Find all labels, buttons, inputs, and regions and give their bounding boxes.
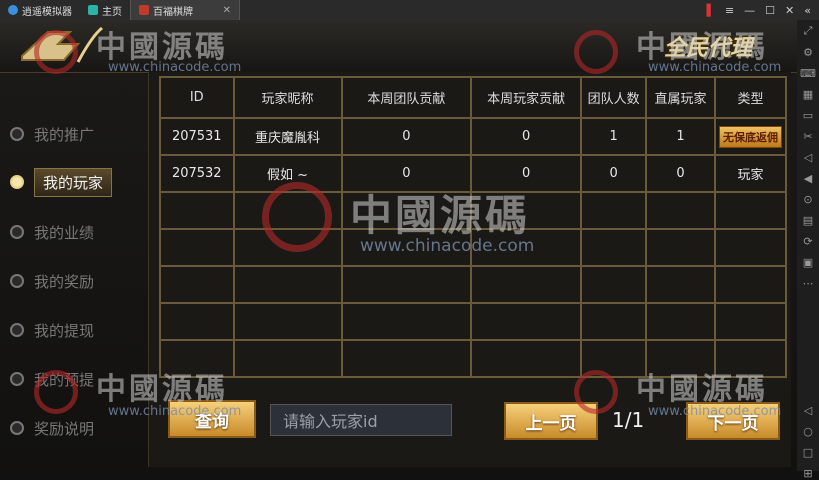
- menu-item-players[interactable]: 我的玩家: [10, 166, 128, 198]
- menu-item-label: 奖励说明: [34, 419, 95, 438]
- menu-item-label: 我的推广: [34, 125, 95, 144]
- player-nickname: 重庆魔胤科: [232, 117, 343, 156]
- player-contribution: 0: [470, 117, 583, 156]
- type-badge[interactable]: 无保底返佣: [718, 125, 782, 148]
- volume-up-icon[interactable]: ◁: [804, 151, 812, 164]
- team-contribution: 0: [340, 117, 473, 156]
- team-size: 1: [580, 117, 648, 156]
- tab-label: 百福棋牌: [153, 6, 193, 18]
- menu-item-label: 我的玩家: [34, 167, 113, 197]
- column-header: 本周玩家贡献: [470, 76, 583, 119]
- menu-item-label: 我的奖励: [34, 272, 95, 291]
- menu-item-withdraw[interactable]: 我的提现: [10, 314, 128, 346]
- radio-icon: [10, 323, 24, 337]
- empty-row: [159, 265, 788, 304]
- direct-players: 1: [645, 117, 716, 156]
- team-size: 0: [580, 154, 648, 193]
- home-icon: [88, 5, 98, 15]
- watermark-logo: [34, 370, 78, 414]
- player-type: 玩家: [713, 154, 788, 193]
- home-nav-icon[interactable]: ○: [803, 425, 813, 438]
- watermark-text: 中國源碼: [350, 191, 531, 240]
- radio-icon: [10, 421, 24, 435]
- tab-game[interactable]: 百福棋牌 ✕: [130, 0, 240, 20]
- settings-icon[interactable]: ⚙: [803, 46, 813, 59]
- table-row[interactable]: 207531 重庆魔胤科 0 0 1 1 无保底返佣: [159, 117, 788, 156]
- emulator-icon: [8, 5, 18, 15]
- menu-icon[interactable]: ≡: [725, 4, 734, 17]
- tab-label: 逍遥模拟器: [22, 6, 72, 18]
- player-id-input[interactable]: 请输入玩家id: [270, 404, 452, 436]
- emulator-sidebar: ⤢ ⚙ ⌨ ▦ ▭ ✂ ◁ ◀ ⊙ ▤ ⟳ ▣ ⋯ ◁ ○ □ ⊞: [797, 20, 819, 480]
- column-header: 本周团队贡献: [340, 76, 473, 119]
- column-header: 直属玩家: [645, 76, 716, 119]
- menu-item-promotion[interactable]: 我的推广: [10, 118, 128, 150]
- game-screen: 全民代理 我的推广 我的玩家 我的业绩 我的奖励 我的提现 我的预提 奖励说明 …: [0, 20, 797, 467]
- column-header: ID: [159, 76, 235, 119]
- watermark-url: www.chinacode.com: [108, 404, 242, 419]
- tab-label: 主页: [102, 6, 122, 18]
- watermark-text: 中國源碼: [96, 372, 228, 407]
- keyboard-icon[interactable]: ⌨: [800, 67, 816, 80]
- window-controls: ▌ ≡ — ☐ ✕ «: [706, 0, 819, 20]
- menu-item-label: 我的业绩: [34, 223, 95, 242]
- watermark-logo: [34, 30, 78, 74]
- menu-item-performance[interactable]: 我的业绩: [10, 216, 128, 248]
- maximize-icon[interactable]: ☐: [765, 4, 775, 17]
- radio-icon: [10, 372, 24, 386]
- watermark-logo: [574, 30, 618, 74]
- table-header-row: ID 玩家昵称 本周团队贡献 本周玩家贡献 团队人数 直属玩家 类型: [159, 76, 788, 119]
- recent-apps-icon[interactable]: □: [803, 446, 813, 459]
- player-id: 207531: [159, 117, 235, 156]
- direct-players: 0: [645, 154, 716, 193]
- emulator-titlebar: 逍遥模拟器 主页 百福棋牌 ✕ ▌ ≡ — ☐ ✕ «: [0, 0, 819, 21]
- watermark-text: 中國源碼: [636, 372, 768, 407]
- empty-row: [159, 302, 788, 341]
- apps-grid-icon[interactable]: ⊞: [803, 467, 812, 480]
- radio-icon: [10, 127, 24, 141]
- menu-item-label: 我的提现: [34, 321, 95, 340]
- gamepad-icon[interactable]: ▦: [803, 88, 813, 101]
- radio-icon: [10, 225, 24, 239]
- close-tab-icon[interactable]: ✕: [223, 5, 231, 16]
- watermark-url: www.chinacode.com: [648, 404, 782, 419]
- screen-rotate-icon[interactable]: ▭: [803, 109, 813, 122]
- flag-icon[interactable]: ▌: [706, 4, 714, 17]
- player-type: 无保底返佣: [713, 117, 788, 156]
- screenshot-icon[interactable]: ✂: [803, 130, 812, 143]
- watermark-url: www.chinacode.com: [108, 60, 242, 75]
- tab-home[interactable]: 主页: [80, 0, 130, 20]
- collapse-icon[interactable]: «: [804, 4, 811, 17]
- minimize-icon[interactable]: —: [744, 4, 755, 17]
- back-icon[interactable]: ◁: [804, 404, 812, 417]
- watermark-url: www.chinacode.com: [360, 236, 535, 256]
- menu-item-rewards[interactable]: 我的奖励: [10, 265, 128, 297]
- volume-down-icon[interactable]: ◀: [804, 172, 812, 185]
- column-header: 玩家昵称: [232, 76, 343, 119]
- location-icon[interactable]: ⊙: [803, 193, 812, 206]
- tab-emulator[interactable]: 逍遥模拟器: [0, 0, 80, 20]
- page-indicator: 1/1: [612, 408, 645, 432]
- sync-icon[interactable]: ⟳: [803, 235, 812, 248]
- watermark-logo: [574, 370, 618, 414]
- column-header: 类型: [713, 76, 788, 119]
- radio-icon: [10, 274, 24, 288]
- game-icon: [139, 5, 149, 15]
- watermark-url: www.chinacode.com: [648, 60, 782, 75]
- column-header: 团队人数: [580, 76, 648, 119]
- player-id: 207532: [159, 154, 235, 193]
- file-icon[interactable]: ▤: [803, 214, 813, 227]
- apk-icon[interactable]: ▣: [803, 256, 813, 269]
- radio-icon: [10, 175, 24, 189]
- fullscreen-icon[interactable]: ⤢: [804, 24, 813, 38]
- close-icon[interactable]: ✕: [785, 4, 794, 17]
- watermark-logo: [262, 182, 332, 252]
- more-icon[interactable]: ⋯: [803, 277, 814, 290]
